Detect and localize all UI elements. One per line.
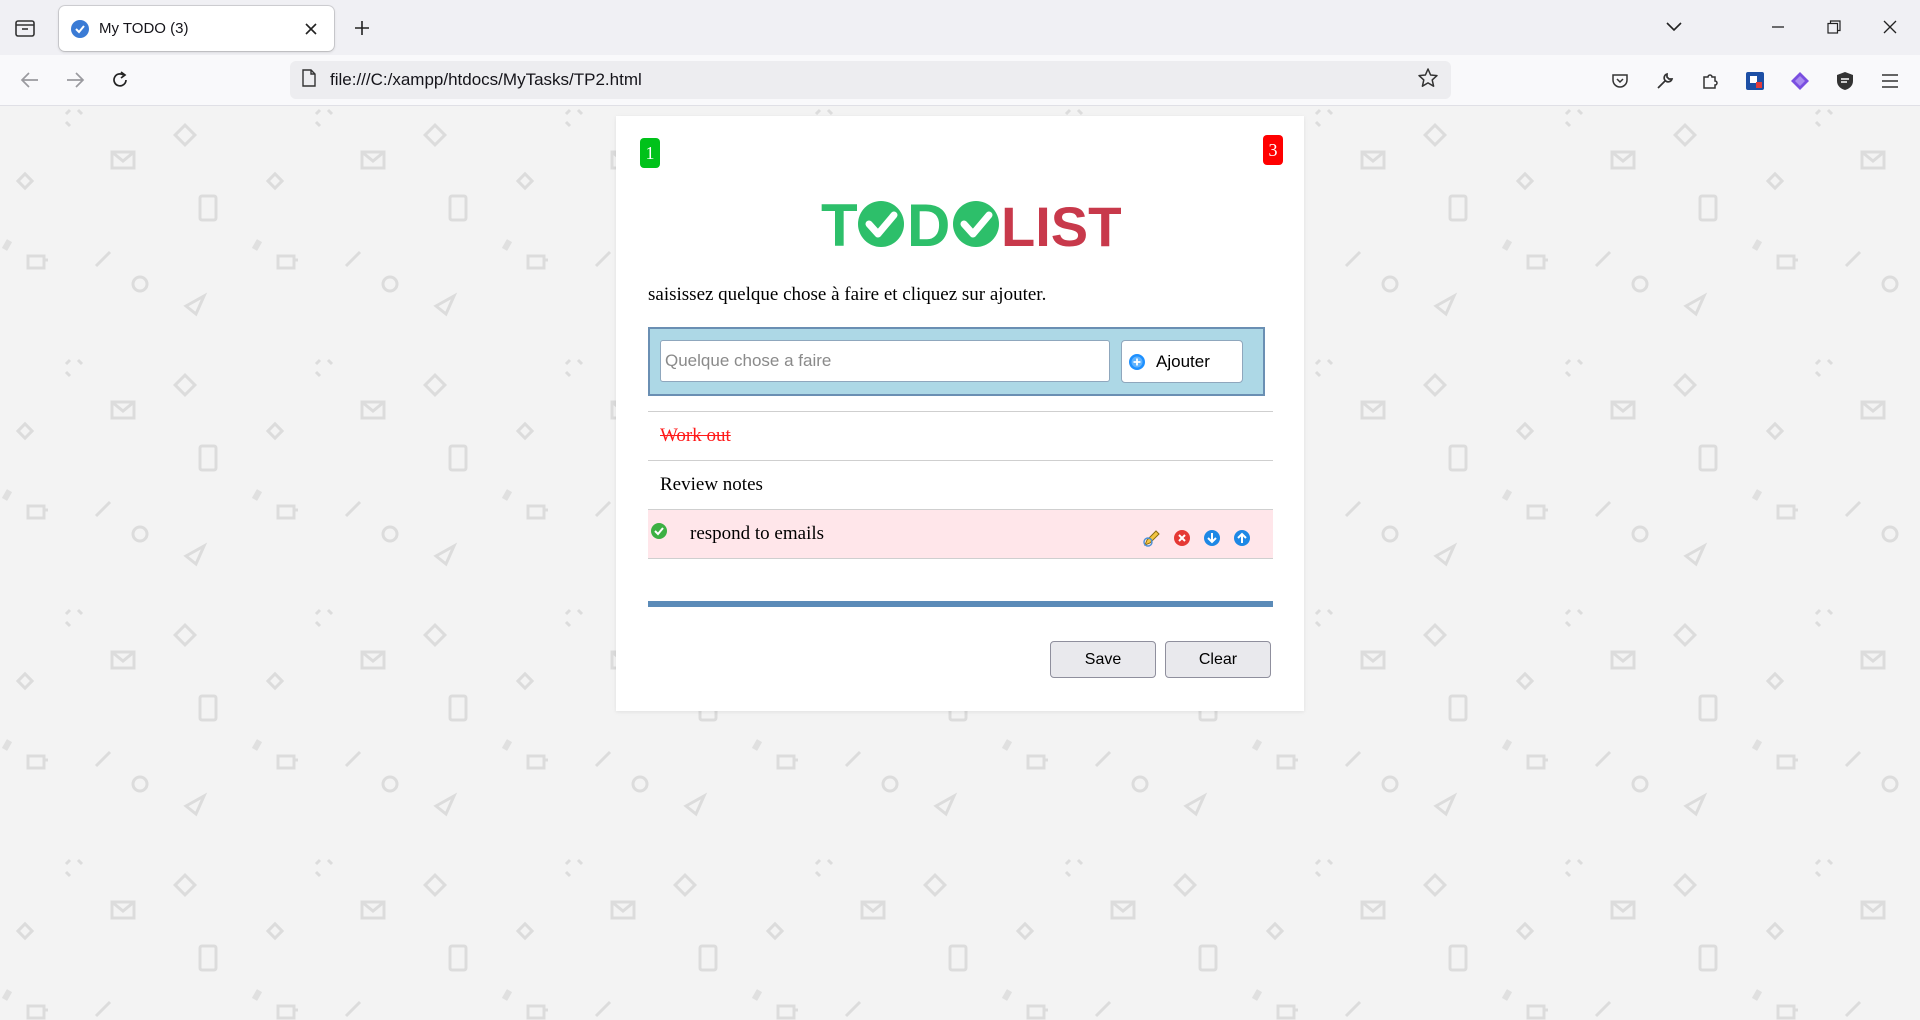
todo-card: 1 3 T D LIST saisissez quelque chose à f… xyxy=(616,116,1304,711)
extensions-puzzle-icon[interactable] xyxy=(1695,66,1725,96)
logo-letter-t: T xyxy=(821,194,858,254)
wrench-icon[interactable] xyxy=(1650,66,1680,96)
task-list: Work out Review notes respond to emails xyxy=(648,411,1273,588)
restore-icon[interactable] xyxy=(1816,10,1852,44)
browser-nav-bar: file:///C:/xampp/htdocs/MyTasks/TP2.html xyxy=(0,55,1920,106)
address-bar[interactable]: file:///C:/xampp/htdocs/MyTasks/TP2.html xyxy=(290,61,1451,99)
check-favicon-icon xyxy=(71,19,89,38)
task-text: Work out xyxy=(660,425,731,446)
edit-pencil-icon[interactable] xyxy=(1141,527,1163,549)
list-bottom-divider xyxy=(648,558,1273,588)
list-item[interactable]: Review notes xyxy=(648,460,1273,509)
total-count-badge: 3 xyxy=(1263,135,1283,165)
extension-blue-icon[interactable] xyxy=(1740,66,1770,96)
reload-icon[interactable] xyxy=(104,64,136,96)
shield-icon[interactable] xyxy=(1830,66,1860,96)
logo-word-list: LIST xyxy=(1001,195,1121,254)
minimize-icon[interactable] xyxy=(1760,10,1796,44)
new-tab-icon[interactable] xyxy=(347,13,377,43)
add-task-button[interactable]: Ajouter xyxy=(1121,340,1243,383)
back-arrow-icon[interactable] xyxy=(14,64,46,96)
forward-arrow-icon[interactable] xyxy=(59,64,91,96)
move-up-icon[interactable] xyxy=(1231,527,1253,549)
done-check-icon[interactable] xyxy=(650,522,668,540)
list-item[interactable]: Work out xyxy=(648,411,1273,460)
chevron-down-icon[interactable] xyxy=(1656,10,1692,44)
task-text: Review notes xyxy=(660,474,763,495)
task-text: respond to emails xyxy=(690,523,825,544)
clear-button[interactable]: Clear xyxy=(1165,641,1271,678)
task-input[interactable] xyxy=(660,340,1110,382)
close-window-icon[interactable] xyxy=(1872,10,1908,44)
pocket-icon[interactable] xyxy=(1605,66,1635,96)
bookmark-star-icon[interactable] xyxy=(1417,67,1439,94)
delete-icon[interactable] xyxy=(1171,527,1193,549)
page-icon xyxy=(302,68,316,92)
logo-letter-d: D xyxy=(907,194,950,254)
blue-separator xyxy=(648,601,1273,607)
save-button[interactable]: Save xyxy=(1050,641,1156,678)
todo-list-logo: T D LIST xyxy=(821,192,1122,259)
extension-purple-icon[interactable] xyxy=(1785,66,1815,96)
close-tab-icon[interactable] xyxy=(300,18,322,40)
task-actions xyxy=(1141,527,1253,549)
move-down-icon[interactable] xyxy=(1201,527,1223,549)
tab-list-icon[interactable] xyxy=(10,14,40,42)
add-task-label: Ajouter xyxy=(1156,351,1210,371)
plus-circle-icon xyxy=(1129,353,1145,370)
done-count-badge: 1 xyxy=(640,138,660,168)
list-item-selected[interactable]: respond to emails xyxy=(648,509,1273,558)
tab-title: My TODO (3) xyxy=(99,20,189,37)
url-text: file:///C:/xampp/htdocs/MyTasks/TP2.html xyxy=(330,70,642,89)
browser-tab-bar: My TODO (3) xyxy=(0,0,1920,55)
browser-tab-active[interactable]: My TODO (3) xyxy=(59,6,334,51)
page-viewport: 1 3 T D LIST saisissez quelque chose à f… xyxy=(0,106,1920,1020)
menu-hamburger-icon[interactable] xyxy=(1875,66,1905,96)
task-entry-box: Ajouter xyxy=(648,327,1265,396)
instructions-text: saisissez quelque chose à faire et cliqu… xyxy=(648,284,1047,305)
